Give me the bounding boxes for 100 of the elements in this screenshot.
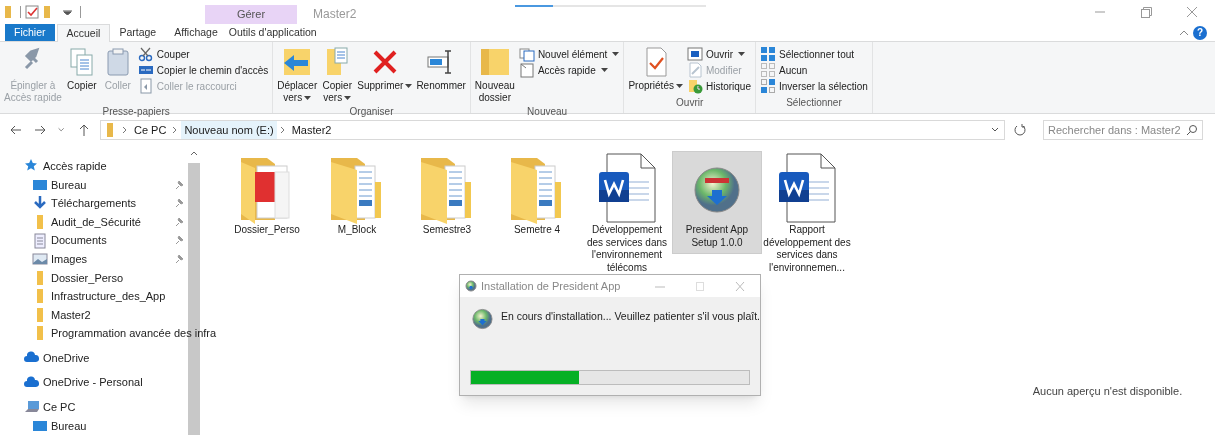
file-item[interactable]: Développement des services dans l'environnement télécoms [582,151,672,279]
sidebar-item[interactable]: Bureau [51,176,87,194]
easy-access-icon [518,62,535,78]
minimize-icon [1095,11,1105,13]
ribbon-tab[interactable]: Outils d'application [226,24,319,41]
checkbox-icon [25,5,39,19]
ribbon-button[interactable]: Nouvel élément [517,46,621,62]
group-label: Organiser [348,105,395,119]
ribbon-button[interactable]: Sélectionner tout [759,46,869,62]
sidebar-item[interactable]: OneDrive [43,349,90,367]
dialog-message: En cours d'installation... Veuillez patienter s'il vous plaît. [500,309,760,324]
ribbon-button[interactable]: Accès rapide [517,62,621,78]
sidebar-item[interactable]: Infrastructure_des_App [51,288,166,305]
help-button[interactable]: ? [1193,25,1207,40]
pin-icon [174,216,184,227]
dropdown-caret-icon [344,96,352,101]
ribbon-tab[interactable]: Fichier [5,24,55,41]
edit-icon [686,62,703,78]
file-name: Dossier_Perso [233,224,301,237]
breadcrumb[interactable]: Master2 [288,121,335,139]
dropdown-caret-icon [405,84,413,89]
images-icon [32,251,48,268]
file-name: President App Setup 1.0.0 [684,224,750,249]
sidebar-item[interactable]: Téléchargements [51,195,136,212]
invert-selection-icon [760,78,776,94]
sidebar-item[interactable]: Documents [51,232,107,249]
folder-icon [37,270,43,285]
dropdown-caret-icon [990,126,1000,134]
ribbon-button[interactable]: Inverser la sélection [759,78,869,94]
group-label: Nouveau [526,105,569,119]
dialog-title: Installation de President App [481,278,621,294]
address-field[interactable]: Ce PC Nouveau nom (E:) Master2 [100,120,1005,140]
dropdown-caret-icon [738,52,746,56]
forward-button[interactable] [32,123,48,137]
open-icon [686,46,703,62]
ribbon-button[interactable]: Aucun [759,62,869,78]
file-item[interactable]: M_Block [312,151,402,242]
ribbon-button[interactable]: Copier le chemin d'accès [136,62,270,78]
up-icon [77,123,91,137]
ribbon-button[interactable]: Renommer [415,46,467,92]
sidebar-item[interactable]: Programmation avancée des infra [51,325,217,342]
file-item[interactable]: President App Setup 1.0.0 [672,151,762,254]
search-icon [1186,124,1198,136]
dropdown-caret-icon [600,68,608,72]
ribbon-button[interactable]: Copier [64,46,99,92]
scissors-icon [137,46,154,62]
search-field[interactable]: Rechercher dans : Master2 [1043,120,1203,140]
file-name: Semestre3 [421,224,473,237]
file-name: M_Block [336,224,378,237]
ribbon-button[interactable]: Déplacer vers [276,46,319,104]
ribbon-button[interactable]: Historique [685,78,752,94]
pin-icon [174,253,184,264]
collapse-ribbon-icon [1179,29,1189,36]
ribbon-tab[interactable]: Partage [110,24,166,41]
file-item[interactable]: Dossier_Perso [222,151,312,242]
new-folder-icon [478,46,511,78]
file-item[interactable]: Semetre 4 [492,151,582,242]
dropdown-caret-icon [612,52,620,56]
installer-icon [465,280,477,292]
sidebar-item[interactable]: Accès rapide [43,158,107,175]
select-none-icon [760,62,776,78]
back-button[interactable] [8,123,24,137]
back-icon [9,123,23,137]
ribbon-button[interactable]: Supprimer [356,46,414,92]
file-name: Semetre 4 [512,224,562,237]
folder-icon [37,215,43,229]
sidebar-item[interactable]: Images [51,250,88,268]
ribbon-button[interactable]: Ouvrir [685,46,752,62]
file-name: Développement des services dans l'environnement télécoms [585,224,668,274]
sidebar-item[interactable]: Ce PC [43,398,76,416]
dropdown-caret-icon [304,96,312,101]
file-name: Rapport développement des services dans l'environnemen... [763,224,851,274]
sidebar-item[interactable]: OneDrive - Personal [43,374,143,391]
dropdown-caret-icon [63,9,72,15]
ribbon-button[interactable]: Propriétés [627,46,684,92]
folder-icon [37,326,43,341]
sidebar-item[interactable]: Audit_de_Sécurité [51,213,141,231]
file-item[interactable]: Semestre3 [402,151,492,242]
installer-icon [472,307,493,331]
breadcrumb[interactable]: Ce PC [131,121,170,139]
shortcut-icon [137,78,154,94]
file-item[interactable]: Rapport développement des services dans l'environnemen... [762,151,852,279]
context-group-label: Gérer [205,5,297,24]
dropdown-caret-icon [675,84,683,89]
group-label: Ouvrir [675,96,705,110]
ribbon-tab[interactable]: Accueil [56,24,111,42]
ribbon-button[interactable]: Copier vers [320,46,355,104]
window-title: Master2 [313,6,357,23]
ribbon-button[interactable]: Couper [136,46,270,62]
forward-icon [33,123,47,137]
pin-icon [174,235,184,246]
sidebar-item[interactable]: Dossier_Perso [51,269,124,286]
breadcrumb[interactable]: Nouveau nom (E:) [181,121,277,139]
document-icon [32,232,48,249]
ribbon-button[interactable]: Nouveau dossier [473,46,516,104]
new-item-icon [518,46,535,62]
sidebar-item[interactable]: Bureau [51,417,87,435]
ribbon-tab[interactable]: Affichage [165,24,227,41]
sidebar-item[interactable]: Master2 [51,306,91,324]
folder-icon [37,289,43,304]
